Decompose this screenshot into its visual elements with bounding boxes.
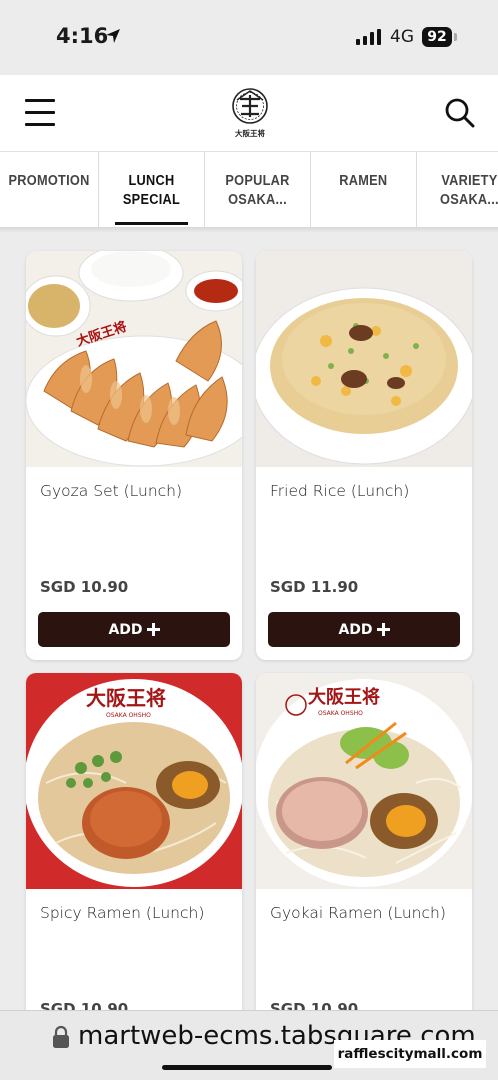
bowl-text: 大阪王将 <box>308 686 380 708</box>
signal-icon <box>356 29 381 45</box>
fried-rice-image[interactable] <box>256 251 472 467</box>
home-indicator[interactable] <box>162 1065 332 1070</box>
location-arrow-icon <box>106 29 120 43</box>
network-type: 4G <box>390 27 414 47</box>
product-card-spicy-ramen[interactable]: 大阪王将 OSAKA OHSHO Spicy Ramen (Lunch) SGD… <box>26 673 242 1033</box>
logo-text: 大阪王将 <box>235 128 265 138</box>
brand-logo[interactable]: 大阪王将 <box>228 87 272 139</box>
add-button[interactable]: ADD <box>38 612 230 647</box>
tab-label: PROMOTION <box>8 173 90 189</box>
product-card-gyokai-ramen[interactable]: 大阪王将 OSAKA OHSHO Gyokai Ramen (Lunch) SG… <box>256 673 472 1033</box>
category-tabs: PROMOTION LUNCH SPECIAL POPULAR OSAKA...… <box>0 151 498 227</box>
menu-icon[interactable] <box>25 97 55 129</box>
product-price: SGD 10.90 <box>40 578 129 596</box>
add-button[interactable]: ADD <box>268 612 460 647</box>
watermark: rafflescitymall.com <box>334 1040 486 1068</box>
product-name: Spicy Ramen (Lunch) <box>40 904 205 922</box>
gyokai-ramen-image[interactable]: 大阪王将 OSAKA OHSHO <box>256 673 472 889</box>
bowl-text: 大阪王将 <box>86 686 166 710</box>
product-card-fried-rice[interactable]: Fried Rice (Lunch) SGD 11.90 ADD <box>256 251 472 660</box>
tab-ramen[interactable]: RAMEN <box>311 152 417 227</box>
status-bar: 4:16 4G 92 <box>0 0 498 75</box>
tab-label: VARIETY OSAKA... <box>440 173 498 208</box>
spicy-ramen-image[interactable]: 大阪王将 OSAKA OHSHO <box>26 673 242 889</box>
active-tab-indicator <box>115 222 188 225</box>
product-name: Gyokai Ramen (Lunch) <box>270 904 446 922</box>
search-icon[interactable] <box>444 97 476 129</box>
battery-indicator: 92 <box>422 27 452 47</box>
bowl-subtext: OSAKA OHSHO <box>106 712 151 719</box>
plus-icon <box>146 623 160 636</box>
product-name: Fried Rice (Lunch) <box>270 482 410 500</box>
lock-icon <box>53 1025 69 1048</box>
tab-label: POPULAR OSAKA... <box>225 173 290 208</box>
battery-tip <box>454 33 457 41</box>
tab-lunch-special[interactable]: LUNCH SPECIAL <box>99 152 205 227</box>
bowl-subtext: OSAKA OHSHO <box>318 710 363 717</box>
gyoza-set-image[interactable]: 大阪王将 <box>26 251 242 467</box>
add-label: ADD <box>338 621 373 638</box>
product-name: Gyoza Set (Lunch) <box>40 482 183 500</box>
product-card-gyoza-set[interactable]: 大阪王将 Gyoza Set (Lunch) SGD 10.90 ADD <box>26 251 242 660</box>
tab-label: LUNCH SPECIAL <box>122 173 181 208</box>
plus-icon <box>376 623 390 636</box>
add-label: ADD <box>108 621 143 638</box>
tab-variety-osaka[interactable]: VARIETY OSAKA... <box>417 152 498 227</box>
app-header: 大阪王将 <box>0 75 498 151</box>
status-time: 4:16 <box>56 24 109 48</box>
tabs-shadow <box>0 227 498 233</box>
tab-popular-osaka[interactable]: POPULAR OSAKA... <box>205 152 311 227</box>
tab-label: RAMEN <box>339 173 388 189</box>
product-price: SGD 11.90 <box>270 578 359 596</box>
tab-promotion[interactable]: PROMOTION <box>0 152 99 227</box>
